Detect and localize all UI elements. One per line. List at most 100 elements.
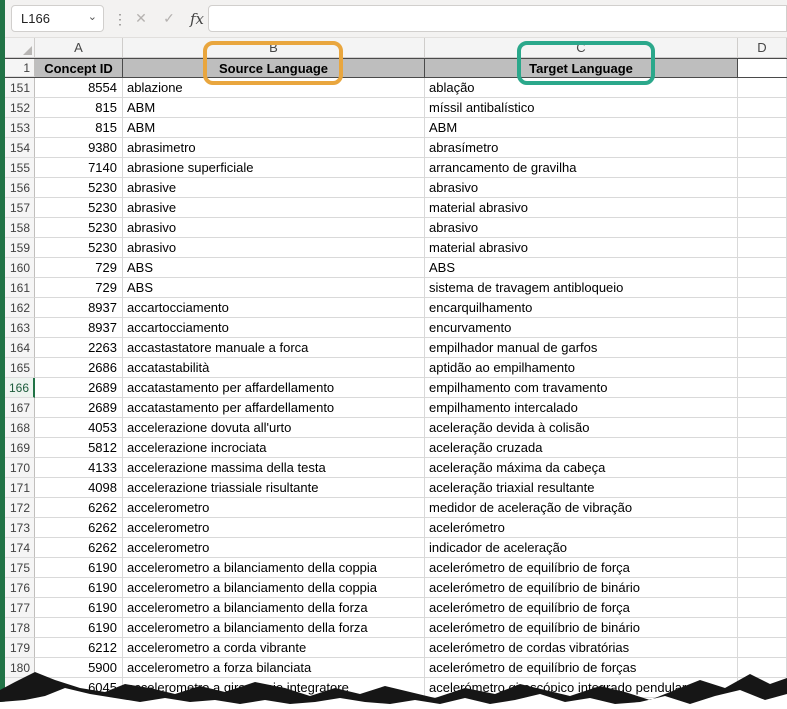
row-header[interactable]: 166 [5, 378, 35, 398]
cell-d-empty[interactable] [738, 298, 787, 318]
cell-target-language[interactable]: empilhamento intercalado [425, 398, 738, 418]
cell-target-language[interactable]: abrasivo [425, 178, 738, 198]
cell-concept-id[interactable]: 4098 [35, 478, 123, 498]
cell-d-empty[interactable] [738, 178, 787, 198]
row-header[interactable]: 152 [5, 98, 35, 118]
cell-concept-id[interactable]: 6262 [35, 538, 123, 558]
cell-source-language[interactable]: accastastatore manuale a forca [123, 338, 425, 358]
cell-target-language[interactable]: acelerómetro de cordas vibratórias [425, 638, 738, 658]
enter-icon[interactable]: ✓ [157, 7, 181, 31]
row-header[interactable]: 173 [5, 518, 35, 538]
cell-source-language[interactable]: ABM [123, 98, 425, 118]
cell-concept-id[interactable]: 5230 [35, 218, 123, 238]
cell-target-language[interactable]: acelerómetro de equilíbrio de força [425, 598, 738, 618]
row-header[interactable]: 163 [5, 318, 35, 338]
cell-source-language[interactable]: ABS [123, 258, 425, 278]
cell-d-empty[interactable] [738, 318, 787, 338]
row-header[interactable]: 169 [5, 438, 35, 458]
cell-d-empty[interactable] [738, 198, 787, 218]
cell-source-language[interactable]: abrasive [123, 178, 425, 198]
cell-source-language[interactable]: accartocciamento [123, 318, 425, 338]
row-header[interactable]: 154 [5, 138, 35, 158]
row-header[interactable]: 160 [5, 258, 35, 278]
cell-source-language[interactable]: accatastamento per affardellamento [123, 398, 425, 418]
cell-concept-id[interactable]: 6212 [35, 638, 123, 658]
cell-d-empty[interactable] [738, 558, 787, 578]
cell-concept-id[interactable]: 4133 [35, 458, 123, 478]
cell-source-language[interactable]: accelerometro a bilanciamento della copp… [123, 558, 425, 578]
cell-target-language[interactable]: encurvamento [425, 318, 738, 338]
row-header[interactable]: 159 [5, 238, 35, 258]
cell-concept-id[interactable]: 5230 [35, 238, 123, 258]
cell-d-empty[interactable] [738, 618, 787, 638]
cell-d-empty[interactable] [738, 338, 787, 358]
cell-target-language[interactable]: abrasivo [425, 218, 738, 238]
cell-concept-id[interactable]: 8554 [35, 78, 123, 98]
row-header[interactable]: 162 [5, 298, 35, 318]
cell-source-language[interactable]: ABS [123, 278, 425, 298]
cell-target-language[interactable]: encarquilhamento [425, 298, 738, 318]
cell-source-language[interactable]: accelerometro a bilanciamento della forz… [123, 598, 425, 618]
row-header[interactable]: 165 [5, 358, 35, 378]
cell-target-language[interactable]: indicador de aceleração [425, 538, 738, 558]
cell-source-language[interactable]: accartocciamento [123, 298, 425, 318]
cell-concept-id[interactable]: 6190 [35, 618, 123, 638]
cell-target-language[interactable]: empilhador manual de garfos [425, 338, 738, 358]
cell-d-empty[interactable] [738, 398, 787, 418]
cell-target-language[interactable]: aceleração triaxial resultante [425, 478, 738, 498]
cell-source-language[interactable]: accatastabilità [123, 358, 425, 378]
cell-d-empty[interactable] [738, 478, 787, 498]
cell-d-empty[interactable] [738, 138, 787, 158]
cell-source-language[interactable]: accelerometro [123, 538, 425, 558]
column-header-d[interactable]: D [738, 38, 787, 57]
cell-d-empty[interactable] [738, 438, 787, 458]
row-header[interactable]: 155 [5, 158, 35, 178]
cell-concept-id[interactable]: 815 [35, 98, 123, 118]
row-header[interactable]: 151 [5, 78, 35, 98]
cell-concept-id[interactable]: 6190 [35, 578, 123, 598]
cell-target-language[interactable]: acelerómetro de equilíbrio de força [425, 558, 738, 578]
insert-function-icon[interactable]: fx [185, 7, 209, 31]
cell-concept-id[interactable]: 2689 [35, 398, 123, 418]
cell-target-language[interactable]: acelerómetro [425, 518, 738, 538]
cell-d-empty[interactable] [738, 118, 787, 138]
cell-concept-id[interactable]: 4053 [35, 418, 123, 438]
cell-target-language[interactable]: abrasímetro [425, 138, 738, 158]
cell-target-language[interactable]: aceleração cruzada [425, 438, 738, 458]
cell-concept-id[interactable]: 6190 [35, 558, 123, 578]
row-header[interactable]: 164 [5, 338, 35, 358]
row-header[interactable]: 172 [5, 498, 35, 518]
chevron-down-icon[interactable]: ⌄ [88, 10, 97, 23]
cell-d-empty[interactable] [738, 638, 787, 658]
cell-concept-id[interactable]: 2686 [35, 358, 123, 378]
cell-d-empty[interactable] [738, 158, 787, 178]
cell-target-language[interactable]: material abrasivo [425, 198, 738, 218]
cell-target-language[interactable]: arrancamento de gravilha [425, 158, 738, 178]
cell-d-empty[interactable] [738, 238, 787, 258]
cell-d-empty[interactable] [738, 378, 787, 398]
cell-d-empty[interactable] [738, 78, 787, 98]
cell-d-empty[interactable] [738, 98, 787, 118]
cell-concept-id[interactable]: 9380 [35, 138, 123, 158]
cell-d-empty[interactable] [738, 358, 787, 378]
cell-d-empty[interactable] [738, 518, 787, 538]
cell-concept-id[interactable]: 8937 [35, 318, 123, 338]
row-header[interactable]: 176 [5, 578, 35, 598]
row-header[interactable]: 179 [5, 638, 35, 658]
cell-target-language[interactable]: empilhamento com travamento [425, 378, 738, 398]
cell-source-language[interactable]: abrasimetro [123, 138, 425, 158]
row-header[interactable]: 174 [5, 538, 35, 558]
cell-d-empty[interactable] [738, 258, 787, 278]
cell-concept-id[interactable]: 815 [35, 118, 123, 138]
cell-d-empty[interactable] [738, 538, 787, 558]
name-box[interactable]: L166 ⌄ [11, 5, 104, 32]
cell-source-language[interactable]: accelerazione triassiale risultante [123, 478, 425, 498]
cell-target-language[interactable]: acelerómetro de equilíbrio de binário [425, 618, 738, 638]
cell-concept-id[interactable]: 729 [35, 258, 123, 278]
cell-source-language[interactable]: abrasive [123, 198, 425, 218]
cell-d-empty[interactable] [738, 598, 787, 618]
row-header[interactable]: 171 [5, 478, 35, 498]
cell-d-empty[interactable] [738, 418, 787, 438]
cell-concept-id[interactable]: 2689 [35, 378, 123, 398]
cell-target-language[interactable]: ABS [425, 258, 738, 278]
